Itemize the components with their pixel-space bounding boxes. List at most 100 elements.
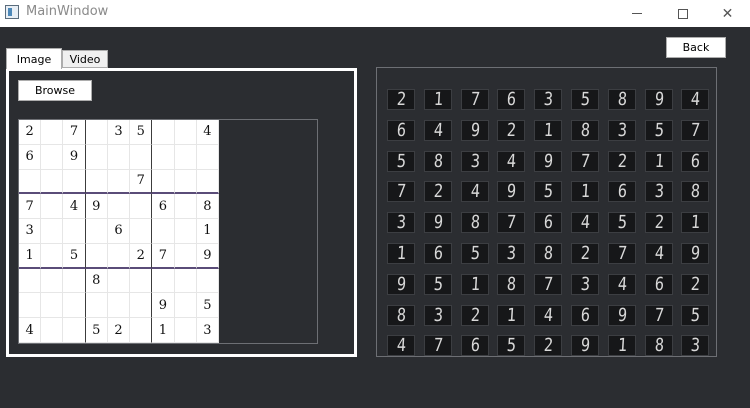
maximize-button[interactable] [660,0,705,27]
puzzle-cell [85,293,108,319]
solution-cell: 8 [424,151,452,172]
puzzle-cell: 9 [85,194,108,220]
solution-digit: 5 [395,150,407,172]
solution-digit: 9 [653,88,665,110]
puzzle-cell: 5 [130,120,153,145]
solution-cell: 3 [534,89,562,110]
app-window-icon [5,5,19,19]
solution-digit: 7 [542,273,554,295]
solution-digit: 2 [432,180,444,202]
solution-digit: 6 [505,88,517,110]
solution-digit: 8 [505,273,517,295]
puzzle-cell [130,219,153,244]
puzzle-cell: 1 [19,243,42,269]
close-button[interactable]: ✕ [705,0,750,27]
solution-cell: 9 [387,274,415,295]
solution-digit: 3 [395,211,407,233]
solution-digit: 6 [689,150,701,172]
puzzle-cell: 7 [19,194,42,220]
solution-grid: 2 1 7 6 3 5 8 9 4 6 4 9 2 1 8 3 5 7 5 8 3 4 9 7 2 1 6 7 2 4 9 5 1 6 3 8 3 9 8 7… [387,88,709,356]
solution-digit: 4 [689,88,701,110]
solution-digit: 1 [579,180,591,202]
solution-digit: 1 [505,304,517,326]
solution-cell: 1 [387,243,415,264]
solution-digit: 9 [395,273,407,295]
solution-cell: 7 [387,181,415,202]
solution-digit: 4 [505,150,517,172]
puzzle-cell [85,120,108,145]
solution-cell: 9 [681,243,709,264]
solution-digit: 4 [542,304,554,326]
solution-cell: 3 [461,151,489,172]
puzzle-cell: 2 [107,318,131,343]
solution-digit: 2 [542,334,554,356]
puzzle-cell [41,293,64,319]
solution-cell: 2 [387,89,415,110]
solution-digit: 7 [395,180,407,202]
puzzle-cell [174,120,197,145]
solution-digit: 6 [616,180,628,202]
puzzle-cell [196,169,219,195]
puzzle-cell: 2 [130,243,153,269]
solution-digit: 6 [469,334,481,356]
solution-digit: 7 [689,119,701,141]
solution-digit: 4 [395,334,407,356]
solution-cell: 2 [681,274,709,295]
puzzle-cell: 1 [152,318,175,343]
solution-digit: 3 [542,88,554,110]
puzzle-cell: 9 [63,144,86,170]
solution-digit: 8 [653,334,665,356]
solution-digit: 4 [579,211,591,233]
solution-cell: 6 [461,335,489,356]
solution-cell: 9 [461,120,489,141]
solution-cell: 5 [387,151,415,172]
solution-digit: 5 [432,273,444,295]
solution-digit: 5 [616,211,628,233]
tab-image[interactable]: Image [6,48,62,69]
puzzle-cell [107,144,131,170]
puzzle-cell: 8 [85,268,108,294]
puzzle-cell [152,268,175,294]
puzzle-cell: 4 [196,120,219,145]
solution-cell: 4 [387,335,415,356]
solution-cell: 1 [461,274,489,295]
solution-digit: 6 [653,273,665,295]
solution-digit: 4 [432,119,444,141]
puzzle-cell [19,268,42,294]
close-icon: ✕ [721,5,734,22]
minimize-button[interactable] [614,0,659,27]
puzzle-cell [41,219,64,244]
solution-cell: 6 [497,89,525,110]
solution-digit: 4 [469,180,481,202]
solution-cell: 2 [534,335,562,356]
solution-digit: 8 [579,119,591,141]
solution-digit: 1 [395,242,407,264]
browse-button[interactable]: Browse [18,80,92,101]
puzzle-cell [41,169,64,195]
solution-cell: 4 [534,305,562,326]
solution-cell: 9 [497,181,525,202]
puzzle-cell [174,219,197,244]
back-button[interactable]: Back [666,37,726,58]
solution-cell: 6 [681,151,709,172]
solution-digit: 4 [653,242,665,264]
solution-digit: 7 [616,242,628,264]
solution-digit: 6 [395,119,407,141]
tab-video[interactable]: Video [62,50,108,68]
puzzle-cell: 5 [196,293,219,319]
solution-digit: 3 [432,304,444,326]
puzzle-cell [152,169,175,195]
solution-cell: 8 [645,335,673,356]
puzzle-cell [130,144,153,170]
solution-cell: 8 [497,274,525,295]
puzzle-cell [107,169,131,195]
solution-digit: 3 [579,273,591,295]
puzzle-cell: 7 [130,169,153,195]
solution-cell: 7 [681,120,709,141]
puzzle-cell: 9 [196,243,219,269]
solution-digit: 3 [469,150,481,172]
solution-cell: 1 [645,151,673,172]
solution-cell: 9 [608,305,636,326]
puzzle-cell [107,194,131,220]
solution-digit: 9 [505,180,517,202]
